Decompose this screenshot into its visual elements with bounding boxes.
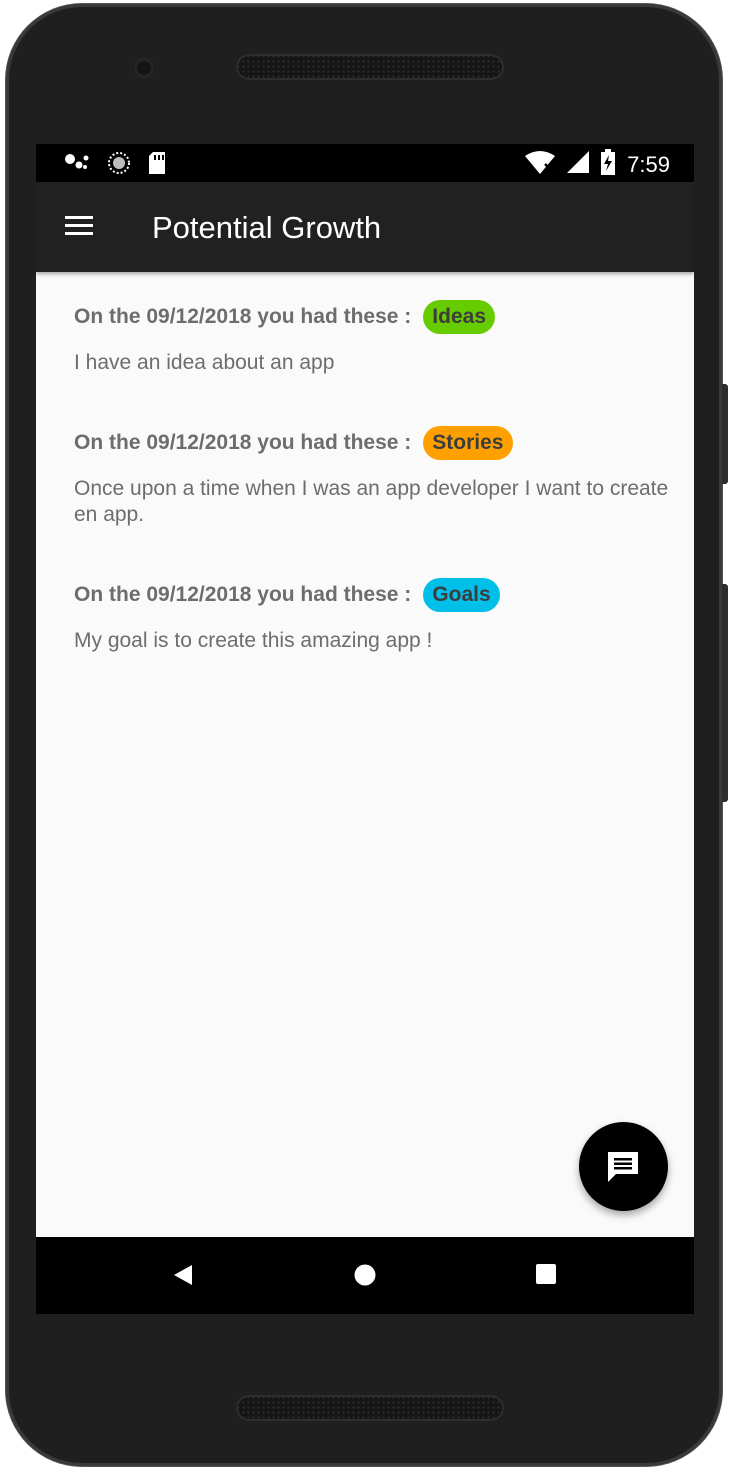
sd-card-icon [148,152,166,179]
assistant-dots-icon [64,153,90,178]
battery-charging-icon [601,149,616,180]
category-badge-ideas: Ideas [423,300,495,334]
category-badge-goals: Goals [423,578,500,612]
message-icon [608,1152,638,1182]
status-time: 7:59 [627,151,670,177]
hamburger-menu-icon[interactable] [62,212,98,242]
volume-button [722,584,728,802]
signal-icon [567,151,590,178]
entry-date: On the 09/12/2018 you had these : [74,305,412,328]
new-message-button[interactable] [579,1122,668,1211]
entry-date: On the 09/12/2018 you had these : [74,583,412,606]
app-bar: Potential Growth [36,182,694,272]
entry-goals[interactable]: On the 09/12/2018 you had these : Goals … [74,576,674,654]
entry-text: I have an idea about an app [74,351,335,374]
wifi-icon [525,150,556,179]
category-badge-stories: Stories [423,426,513,460]
recents-icon[interactable] [535,1263,557,1290]
power-button [722,384,728,484]
bottom-speaker [236,1395,504,1421]
status-bar: 7:59 [36,144,694,182]
back-icon[interactable] [172,1263,194,1292]
entries-list: On the 09/12/2018 you had these : Ideas … [74,272,674,654]
screen: 7:59 Potential Growth On the 09/12/2018 … [36,144,694,1314]
app-title: Potential Growth [152,210,382,245]
entry-text: My goal is to create this amazing app ! [74,629,433,652]
entry-ideas[interactable]: On the 09/12/2018 you had these : Ideas … [74,298,674,376]
entry-date: On the 09/12/2018 you had these : [74,431,412,454]
entry-text: Once upon a time when I was an app devel… [74,477,669,526]
navigation-bar [36,1237,694,1314]
sync-progress-icon [108,152,130,179]
entry-stories[interactable]: On the 09/12/2018 you had these : Storie… [74,424,674,528]
front-camera [134,58,154,78]
top-speaker [236,54,504,80]
home-icon[interactable] [353,1263,377,1292]
